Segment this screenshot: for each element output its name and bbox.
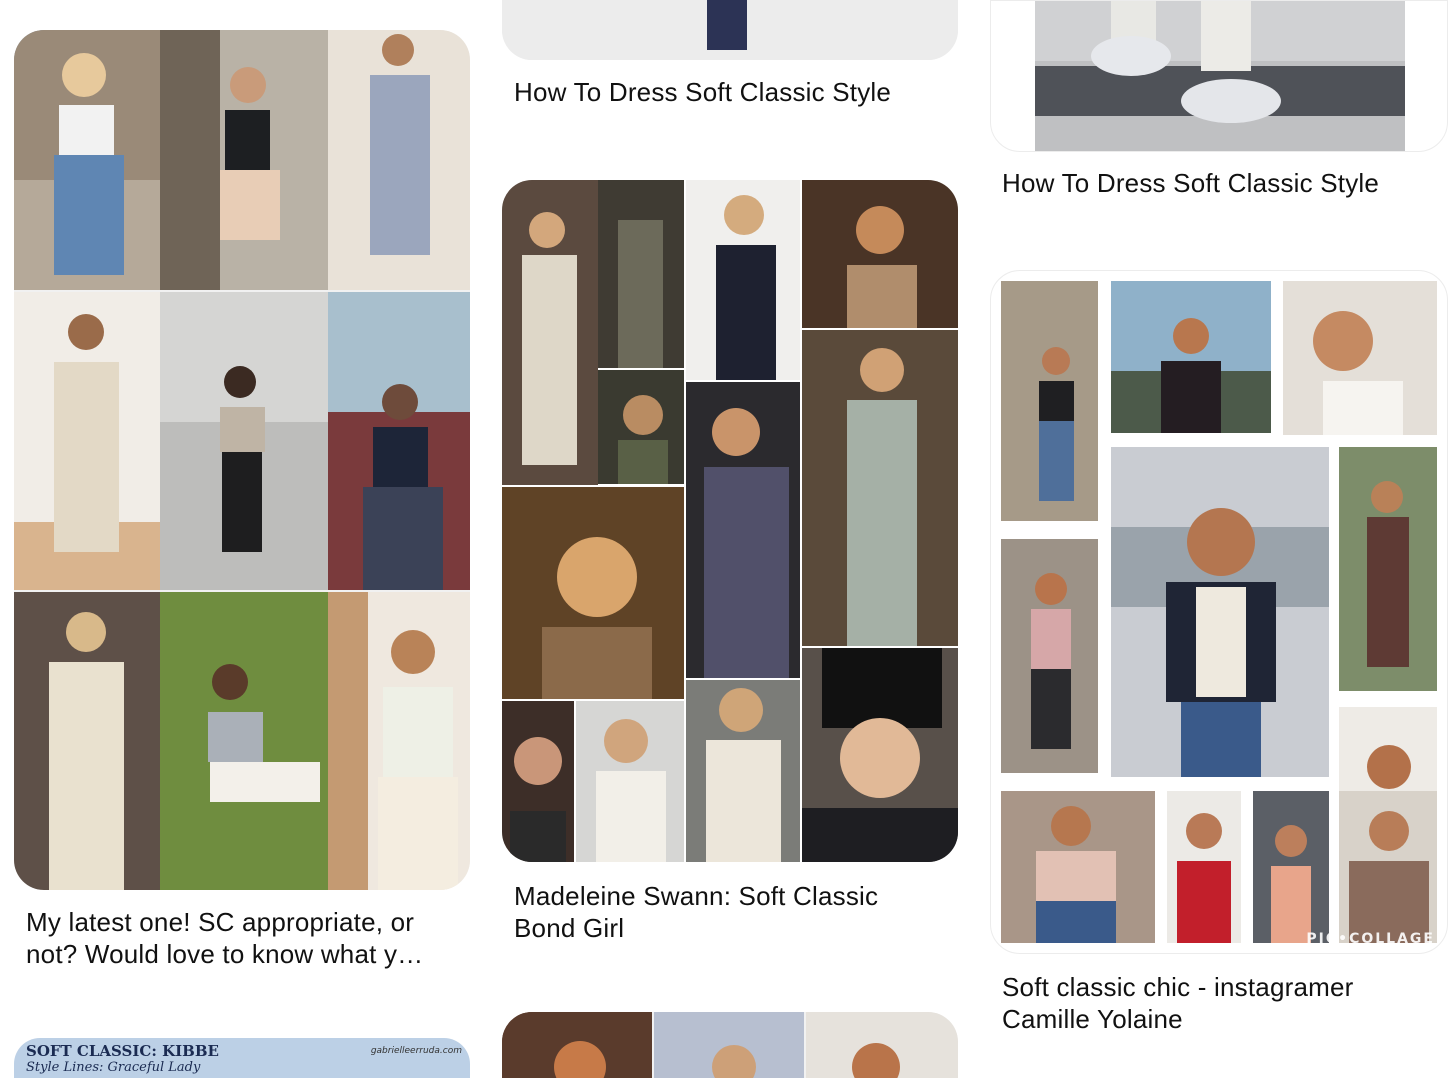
photo-tile [502, 180, 598, 485]
pin-site: gabrielleerruda.com [370, 1046, 462, 1056]
photo-tile [502, 1012, 652, 1078]
photo-tile [802, 648, 958, 862]
photo-tile [598, 180, 684, 368]
pin-title[interactable]: How To Dress Soft Classic Style [514, 76, 944, 108]
photo-tile [1001, 539, 1098, 773]
photo-tile [576, 701, 684, 862]
photo-tile [328, 30, 470, 290]
photo-tile [14, 30, 160, 290]
photo-tile [14, 292, 160, 590]
photo-tile [686, 180, 800, 380]
watermark: PIC•COLLAGE [1306, 931, 1435, 947]
photo-tile [328, 292, 470, 590]
photo-tile [1283, 281, 1437, 435]
photo-tile [1253, 791, 1329, 943]
photo-tile [654, 1012, 804, 1078]
photo-tile [502, 701, 574, 862]
pin-collage-image[interactable] [14, 30, 470, 890]
photo-tile [802, 180, 958, 328]
pin-title[interactable]: Madeleine Swann: Soft Classic Bond Girl [514, 880, 934, 944]
pin-title[interactable]: How To Dress Soft Classic Style [1002, 167, 1432, 199]
pin-collage-image[interactable] [502, 180, 958, 862]
photo-tile [160, 30, 328, 290]
pin-image[interactable]: SOFT CLASSIC: KIBBE Style Lines: Gracefu… [14, 1038, 470, 1078]
photo-tile [1001, 281, 1098, 521]
photo-tile [686, 680, 800, 862]
photo-tile [14, 592, 160, 890]
photo-tile [1339, 791, 1437, 943]
photo-tile [598, 370, 684, 484]
photo-tile [160, 592, 328, 890]
pin-title[interactable]: Soft classic chic - instagramer Camille … [1002, 971, 1432, 1035]
photo-tile [160, 292, 328, 590]
pin-collage-image[interactable] [502, 1012, 958, 1078]
pin-image[interactable] [990, 0, 1448, 152]
photo-tile [806, 1012, 958, 1078]
pin-title[interactable]: My latest one! SC appropriate, or not? W… [26, 906, 456, 970]
pin-collage-image[interactable]: PIC•COLLAGE [990, 270, 1448, 954]
pin-subheading: Style Lines: Graceful Lady [26, 1060, 201, 1075]
photo-tile [802, 330, 958, 646]
photo-tile [1339, 447, 1437, 691]
photo-tile [1001, 791, 1155, 943]
pin-heading: SOFT CLASSIC: KIBBE [26, 1042, 219, 1060]
pin-image[interactable] [502, 0, 958, 60]
photo-tile [502, 487, 684, 699]
photo-tile [686, 382, 800, 678]
photo-tile [1167, 791, 1241, 943]
photo-tile [328, 592, 470, 890]
photo-tile [1111, 281, 1271, 433]
photo-tile [1111, 447, 1329, 777]
